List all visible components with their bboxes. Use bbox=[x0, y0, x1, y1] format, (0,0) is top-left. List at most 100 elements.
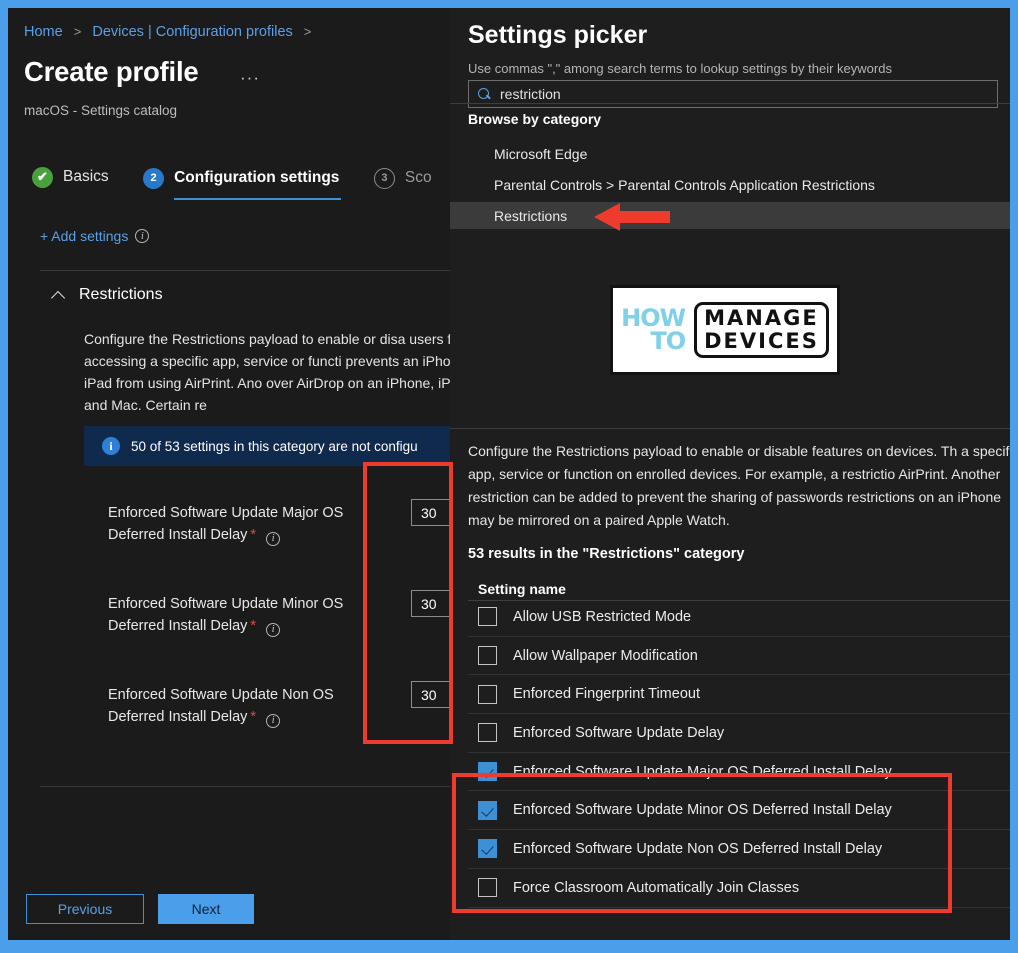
breadcrumb: Home > Devices | Configuration profiles … bbox=[24, 24, 318, 40]
tab-configuration-settings[interactable]: 2 Configuration settings bbox=[143, 161, 342, 200]
checkbox-allow-wallpaper-modification[interactable] bbox=[478, 646, 497, 666]
picker-divider-2 bbox=[450, 428, 1010, 429]
chevron-up-icon[interactable] bbox=[52, 289, 65, 302]
how-to-manage-devices-watermark: HOW TO MANAGE DEVICES bbox=[610, 285, 840, 375]
restrictions-payload-description: Configure the Restrictions payload to en… bbox=[468, 443, 1010, 528]
list-item-enforced-fingerprint-timeout[interactable]: Enforced Fingerprint Timeout bbox=[468, 675, 1010, 715]
checkbox-enforced-software-update-delay[interactable] bbox=[478, 723, 497, 743]
divider-bottom bbox=[40, 786, 450, 787]
watermark-manage-text: MANAGE bbox=[704, 305, 819, 330]
required-asterisk: * bbox=[250, 527, 257, 543]
tab-configuration-settings-label: Configuration settings bbox=[174, 169, 340, 186]
list-item-enforced-fingerprint-timeout-label: Enforced Fingerprint Timeout bbox=[513, 686, 700, 703]
column-header-setting-name: Setting name bbox=[478, 581, 566, 597]
list-item-major-os-deferred-install-delay-label: Enforced Software Update Major OS Deferr… bbox=[513, 763, 892, 780]
info-icon-non-os[interactable]: i bbox=[266, 714, 281, 728]
input-minor-os-delay[interactable]: 30 bbox=[411, 590, 450, 617]
settings-picker-subtitle: Use commas "," among search terms to loo… bbox=[468, 61, 892, 76]
next-button-label: Next bbox=[191, 901, 221, 917]
input-major-os-delay[interactable]: 30 bbox=[411, 499, 450, 526]
settings-picker-panel: Settings picker Use commas "," among sea… bbox=[450, 8, 1010, 940]
category-item-restrictions[interactable]: Restrictions bbox=[450, 202, 1010, 229]
breadcrumb-separator-icon-2: > bbox=[303, 24, 312, 39]
setting-row-non-os: Enforced Software Update Non OS Deferred… bbox=[108, 684, 378, 728]
wizard-tabs: ✔ Basics 2 Configuration settings 3 Sco bbox=[32, 160, 450, 202]
settings-result-list[interactable]: Allow USB Restricted Mode Allow Wallpape… bbox=[468, 604, 1010, 922]
checkbox-major-os-deferred-install-delay[interactable] bbox=[478, 762, 497, 782]
create-profile-panel: Home > Devices | Configuration profiles … bbox=[8, 8, 450, 940]
list-item-allow-wallpaper-modification-label: Allow Wallpaper Modification bbox=[513, 647, 698, 664]
restrictions-section-title: Restrictions bbox=[79, 286, 163, 303]
app-window: Home > Devices | Configuration profiles … bbox=[8, 8, 1010, 940]
info-icon-major-os[interactable]: i bbox=[266, 532, 281, 546]
picker-divider-1 bbox=[450, 103, 1010, 104]
watermark-devices-text: DEVICES bbox=[704, 328, 819, 353]
info-icon[interactable]: i bbox=[135, 229, 150, 243]
setting-label-major-os: Enforced Software Update Major OS Deferr… bbox=[108, 505, 344, 546]
input-non-os-delay[interactable]: 30 bbox=[411, 681, 450, 708]
watermark-howto: HOW TO bbox=[621, 306, 686, 355]
add-settings-button[interactable]: + Add settings i bbox=[40, 228, 150, 244]
list-item-force-classroom-auto-join[interactable]: Force Classroom Automatically Join Class… bbox=[468, 869, 1010, 908]
browse-by-category-header: Browse by category bbox=[468, 111, 602, 127]
breadcrumb-devices[interactable]: Devices | Configuration profiles bbox=[92, 24, 292, 40]
list-item-minor-os-deferred-install-delay[interactable]: Enforced Software Update Minor OS Deferr… bbox=[468, 791, 1010, 831]
setting-label-minor-os: Enforced Software Update Minor OS Deferr… bbox=[108, 596, 344, 637]
page-title: Create profile bbox=[24, 56, 199, 87]
tab-basics-label: Basics bbox=[63, 168, 109, 185]
input-minor-os-delay-value: 30 bbox=[421, 595, 437, 612]
search-icon bbox=[478, 87, 491, 101]
list-item-force-classroom-auto-join-label: Force Classroom Automatically Join Class… bbox=[513, 879, 800, 896]
list-item-non-os-deferred-install-delay-label: Enforced Software Update Non OS Deferred… bbox=[513, 840, 883, 857]
list-item-minor-os-deferred-install-delay-label: Enforced Software Update Minor OS Deferr… bbox=[513, 802, 892, 819]
picker-divider-3 bbox=[468, 600, 1010, 601]
wizard-footer: Previous Next bbox=[8, 882, 450, 940]
settings-picker-title: Settings picker bbox=[468, 21, 648, 49]
checkbox-force-classroom-auto-join[interactable] bbox=[478, 878, 497, 898]
breadcrumb-separator-icon: > bbox=[73, 24, 82, 39]
restrictions-section-header[interactable]: Restrictions bbox=[52, 286, 163, 304]
checkbox-minor-os-deferred-install-delay[interactable] bbox=[478, 800, 497, 820]
checkbox-enforced-fingerprint-timeout[interactable] bbox=[478, 684, 497, 704]
red-arrow-annotation-restrictions bbox=[594, 203, 670, 231]
input-major-os-delay-value: 30 bbox=[421, 504, 437, 521]
required-asterisk-2: * bbox=[250, 618, 257, 634]
required-asterisk-3: * bbox=[250, 709, 257, 725]
list-item-allow-usb-restricted-mode[interactable]: Allow USB Restricted Mode bbox=[468, 604, 1010, 637]
category-item-parental-controls-label: Parental Controls > Parental Controls Ap… bbox=[494, 176, 875, 193]
tab-basics[interactable]: ✔ Basics bbox=[32, 160, 109, 194]
restrictions-description: Configure the Restrictions payload to en… bbox=[84, 331, 450, 413]
category-item-restrictions-label: Restrictions bbox=[494, 207, 568, 224]
watermark-box: MANAGE DEVICES bbox=[694, 301, 829, 359]
tab-configuration-settings-number: 2 bbox=[143, 167, 165, 189]
page-subtitle: macOS - Settings catalog bbox=[24, 103, 178, 118]
setting-row-major-os: Enforced Software Update Major OS Deferr… bbox=[108, 502, 378, 546]
list-item-enforced-software-update-delay-label: Enforced Software Update Delay bbox=[513, 724, 725, 741]
not-configured-banner: i 50 of 53 settings in this category are… bbox=[84, 426, 450, 466]
list-item-allow-usb-restricted-mode-label: Allow USB Restricted Mode bbox=[513, 608, 692, 625]
list-item-enforced-software-update-delay[interactable]: Enforced Software Update Delay bbox=[468, 714, 1010, 753]
checkbox-non-os-deferred-install-delay[interactable] bbox=[478, 839, 497, 859]
more-options-button[interactable]: ··· bbox=[240, 68, 260, 88]
previous-button[interactable]: Previous bbox=[26, 894, 144, 924]
setting-row-minor-os: Enforced Software Update Minor OS Deferr… bbox=[108, 593, 378, 637]
category-item-microsoft-edge-label: Microsoft Edge bbox=[494, 145, 588, 162]
tab-scope-tags[interactable]: 3 Sco bbox=[373, 161, 432, 195]
category-item-microsoft-edge[interactable]: Microsoft Edge bbox=[450, 140, 1010, 167]
breadcrumb-home[interactable]: Home bbox=[24, 24, 63, 40]
watermark-to-text: TO bbox=[650, 327, 686, 355]
tab-basics-status-icon: ✔ bbox=[32, 166, 53, 188]
next-button[interactable]: Next bbox=[158, 894, 254, 924]
divider-top bbox=[40, 270, 450, 271]
checkbox-allow-usb-restricted-mode[interactable] bbox=[478, 607, 497, 627]
info-circle-icon: i bbox=[102, 437, 120, 455]
list-item-major-os-deferred-install-delay[interactable]: Enforced Software Update Major OS Deferr… bbox=[468, 753, 1010, 792]
tab-scope-tags-label: Sco bbox=[404, 169, 432, 186]
list-item-non-os-deferred-install-delay[interactable]: Enforced Software Update Non OS Deferred… bbox=[468, 830, 1010, 869]
info-icon-minor-os[interactable]: i bbox=[266, 623, 281, 637]
list-item-allow-wallpaper-modification[interactable]: Allow Wallpaper Modification bbox=[468, 637, 1010, 676]
tab-scope-tags-number: 3 bbox=[373, 167, 395, 189]
setting-label-non-os: Enforced Software Update Non OS Deferred… bbox=[108, 687, 334, 728]
results-count-label: 53 results in the "Restrictions" categor… bbox=[468, 546, 745, 562]
category-item-parental-controls[interactable]: Parental Controls > Parental Controls Ap… bbox=[450, 171, 1010, 198]
